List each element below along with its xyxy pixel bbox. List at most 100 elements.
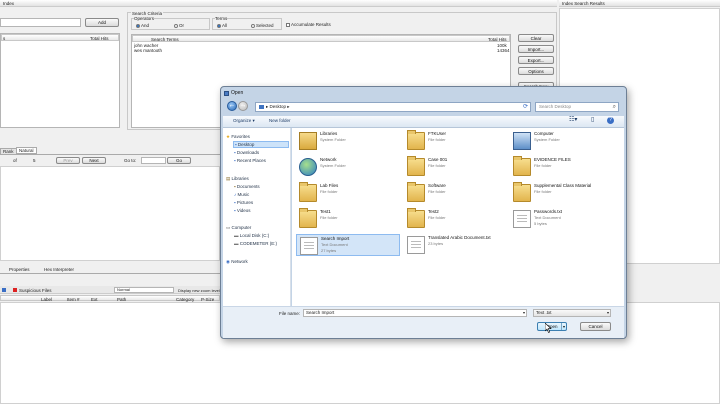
file-type: File folder: [428, 215, 446, 220]
operators-label: Operators: [134, 16, 155, 21]
file-item[interactable]: Computer System Folder: [510, 130, 614, 152]
open-dropdown-chevron-icon[interactable]: ▾: [560, 323, 565, 330]
documents-label: Documents: [236, 184, 260, 189]
forward-arrow-icon[interactable]: →: [238, 101, 248, 111]
file-name: FTKUser: [428, 131, 446, 136]
file-type: File folder: [428, 163, 446, 168]
index-term-input[interactable]: [0, 18, 81, 27]
nav-recent-places[interactable]: ▪ Recent Places: [234, 158, 266, 163]
back-arrow-icon[interactable]: ←: [227, 101, 237, 111]
file-name: Test1: [320, 209, 331, 214]
index-list[interactable]: s Total Hits: [0, 33, 120, 128]
tab-natural[interactable]: Natural: [16, 147, 37, 154]
file-item[interactable]: EVIDENCE FILES File folder: [510, 156, 614, 178]
help-icon[interactable]: ?: [607, 117, 614, 124]
term-cell: wes mantooth: [134, 48, 163, 53]
file-item[interactable]: Passwords.txt Text Document 5 bytes: [510, 208, 614, 230]
nav-videos[interactable]: ▪ Videos: [234, 208, 251, 213]
accumulate-results-checkbox[interactable]: Accumulate Results: [286, 22, 331, 27]
right-pane-title-bar: Index Search Results: [559, 0, 720, 7]
search-icon[interactable]: ⌕: [613, 103, 616, 111]
next-button[interactable]: Next: [82, 157, 106, 164]
text-document-icon: [407, 236, 425, 254]
pager-bar: of 5 Prev Next Go to: Go: [0, 157, 220, 165]
new-folder-button[interactable]: New folder: [269, 118, 291, 123]
desktop-label: Desktop: [237, 142, 255, 147]
operator-or-radio[interactable]: Or: [174, 23, 184, 28]
view-options-icon[interactable]: ☷▾: [569, 116, 577, 123]
clear-button[interactable]: Clear: [518, 34, 554, 42]
breadcrumb-desktop[interactable]: Desktop: [270, 104, 287, 109]
nav-local-disk[interactable]: ▬ Local Disk (C:): [234, 233, 269, 238]
nav-pictures[interactable]: ▪ Pictures: [234, 200, 253, 205]
filter-icon[interactable]: [2, 288, 6, 292]
file-item[interactable]: Supplemental Class Material File folder: [510, 182, 614, 204]
tab-properties[interactable]: Properties: [9, 267, 30, 272]
export-button[interactable]: Export...: [518, 56, 554, 64]
address-bar[interactable]: ▸ Desktop ▸ ⟳: [255, 102, 531, 112]
lower-tab-strip: Properties Hex Interpreter: [0, 265, 220, 274]
display-mode-select[interactable]: Normal: [114, 287, 174, 293]
file-type: File folder: [428, 137, 446, 142]
nav-network[interactable]: ◉ Network: [226, 259, 248, 265]
chevron-down-icon[interactable]: ▾: [523, 310, 525, 316]
file-name-input[interactable]: Search Import ▾: [303, 309, 527, 317]
file-item[interactable]: Case 001 File folder: [404, 156, 508, 178]
terms-all-radio[interactable]: All: [217, 23, 227, 28]
file-name: Software: [428, 183, 446, 188]
nav-computer[interactable]: ▭ Computer: [226, 225, 251, 231]
preview-pane-icon[interactable]: ▯: [591, 116, 594, 123]
nav-desktop[interactable]: ▪ Desktop: [233, 141, 289, 148]
hit-list-pane[interactable]: [0, 166, 220, 261]
file-item[interactable]: Test1 File folder: [296, 208, 400, 230]
go-button[interactable]: Go: [167, 157, 191, 164]
nav-documents[interactable]: ▪ Documents: [234, 184, 260, 189]
prev-button[interactable]: Prev: [56, 157, 80, 164]
tab-strip: Rank Natural: [0, 147, 220, 155]
open-button[interactable]: Open ▾: [537, 322, 567, 331]
file-item[interactable]: Libraries System Folder: [296, 130, 400, 152]
mouse-pointer-icon: [545, 323, 552, 333]
file-view[interactable]: Libraries System Folder FTKUser File folde…: [292, 128, 624, 306]
file-type: System Folder: [320, 163, 346, 168]
add-button[interactable]: Add: [85, 18, 119, 27]
and-label: And: [141, 23, 150, 28]
table-row[interactable]: wes mantooth 14364: [132, 48, 510, 53]
breadcrumb-chevron-icon[interactable]: ▸: [286, 104, 289, 109]
options-button[interactable]: Options: [518, 67, 554, 75]
tab-rank[interactable]: Rank: [0, 148, 17, 155]
tab-hex-interpreter[interactable]: Hex Interpreter: [44, 267, 74, 272]
search-desktop-input[interactable]: Search Desktop ⌕: [535, 102, 619, 112]
folder-icon: [407, 156, 425, 176]
operator-and-radio[interactable]: And: [136, 23, 149, 28]
file-item[interactable]: FTKUser File folder: [404, 130, 508, 152]
nav-music[interactable]: ♪ Music: [234, 192, 249, 197]
suspicious-files-label[interactable]: Suspicious Files: [19, 288, 52, 293]
terms-selected-radio[interactable]: Selected: [251, 23, 274, 28]
nav-libraries[interactable]: ▤ Libraries: [226, 176, 249, 182]
refresh-icon[interactable]: ⟳: [523, 103, 528, 111]
file-item[interactable]: Network System Folder: [296, 156, 400, 178]
nav-favorites[interactable]: ★ Favorites: [226, 134, 250, 140]
documents-icon: ▪: [234, 184, 236, 189]
nav-codemeter[interactable]: ▬ CODEMETER (E:): [234, 241, 277, 246]
file-type: System Folder: [534, 137, 560, 142]
file-type: System Folder: [320, 137, 346, 142]
file-item-selected[interactable]: Search Import Text Document 27 bytes: [296, 234, 400, 256]
network-icon: ◉: [226, 259, 230, 264]
col-total-hits: Total Hits: [488, 36, 507, 42]
nav-downloads[interactable]: ▪ Downloads: [234, 150, 259, 155]
import-button[interactable]: Import...: [518, 45, 554, 53]
file-item[interactable]: Lab Files File folder: [296, 182, 400, 204]
goto-input[interactable]: [141, 157, 166, 164]
file-item[interactable]: Translated Arabic Document.txt 23 bytes: [404, 234, 508, 256]
cancel-button[interactable]: Cancel: [580, 322, 611, 331]
pictures-icon: ▪: [234, 200, 236, 205]
videos-icon: ▪: [234, 208, 236, 213]
app-title: Index: [3, 0, 15, 6]
file-item[interactable]: Software File folder: [404, 182, 508, 204]
organize-menu[interactable]: Organize ▾: [233, 118, 255, 124]
file-item[interactable]: Test2 File folder: [404, 208, 508, 230]
file-type-select[interactable]: Text .txt ▾: [533, 309, 611, 317]
chevron-down-icon[interactable]: ▾: [607, 310, 609, 316]
